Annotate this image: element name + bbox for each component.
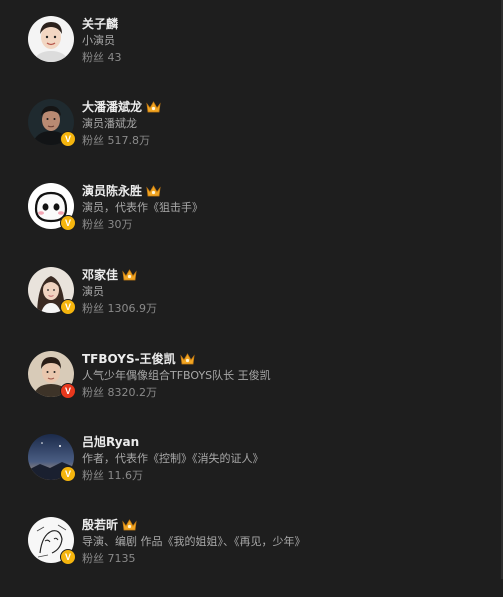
list-item-user[interactable]: V 邓家佳 演员 粉丝 1306.9万 — [0, 267, 500, 347]
avatar[interactable] — [28, 16, 74, 62]
crown-icon — [122, 518, 137, 532]
user-description: 演员潘斌龙 — [82, 117, 137, 130]
user-name[interactable]: 邓家佳 — [82, 267, 118, 283]
crown-icon — [180, 352, 195, 366]
fans-count: 粉丝 11.6万 — [82, 469, 143, 482]
list-item-user[interactable]: V TFBOYS-王俊凯 人气少年偶像组合TFBOYS队长 王俊凯 粉丝 832… — [0, 351, 500, 431]
avatar[interactable]: V — [28, 267, 76, 315]
user-info: 演员陈永胜 演员，代表作《狙击手》 粉丝 30万 — [82, 183, 203, 233]
verified-badge-icon: V — [60, 215, 76, 231]
crown-icon — [146, 184, 161, 198]
list-item-user[interactable]: V 殷若昕 导演、编剧 作品《我的姐姐》、《再见，少年》 粉丝 7135 — [0, 517, 500, 597]
avatar[interactable]: V — [28, 517, 76, 565]
fans-count: 粉丝 7135 — [82, 552, 136, 565]
user-description: 小演员 — [82, 34, 115, 47]
user-info: TFBOYS-王俊凯 人气少年偶像组合TFBOYS队长 王俊凯 粉丝 8320.… — [82, 351, 271, 401]
fans-count: 粉丝 43 — [82, 51, 122, 64]
verified-badge-icon: V — [60, 549, 76, 565]
avatar[interactable]: V — [28, 351, 76, 399]
list-item-user[interactable]: V 演员陈永胜 演员，代表作《狙击手》 粉丝 30万 — [0, 183, 500, 263]
user-description: 人气少年偶像组合TFBOYS队长 王俊凯 — [82, 369, 271, 382]
list-item-user[interactable]: 关子麟 小演员 粉丝 43 — [0, 16, 500, 96]
avatar[interactable]: V — [28, 434, 76, 482]
crown-icon — [122, 268, 137, 282]
user-name[interactable]: 关子麟 — [82, 16, 118, 32]
user-name[interactable]: 大潘潘斌龙 — [82, 99, 142, 115]
user-description: 演员 — [82, 285, 104, 298]
child-portrait-icon — [28, 16, 74, 62]
user-name[interactable]: TFBOYS-王俊凯 — [82, 351, 176, 367]
list-item-user[interactable]: V 大潘潘斌龙 演员潘斌龙 粉丝 517.8万 — [0, 99, 500, 179]
verified-badge-icon: V — [60, 466, 76, 482]
fans-count: 粉丝 517.8万 — [82, 134, 150, 147]
avatar[interactable]: V — [28, 183, 76, 231]
verified-badge-icon: V — [60, 299, 76, 315]
user-info: 关子麟 小演员 粉丝 43 — [82, 16, 122, 66]
fans-count: 粉丝 30万 — [82, 218, 133, 231]
user-name[interactable]: 演员陈永胜 — [82, 183, 142, 199]
fans-count: 粉丝 1306.9万 — [82, 302, 157, 315]
user-info: 邓家佳 演员 粉丝 1306.9万 — [82, 267, 157, 317]
user-info: 吕旭Ryan 作者，代表作《控制》《消失的证人》 粉丝 11.6万 — [82, 434, 264, 484]
list-item-user[interactable]: V 吕旭Ryan 作者，代表作《控制》《消失的证人》 粉丝 11.6万 — [0, 434, 500, 514]
user-description: 作者，代表作《控制》《消失的证人》 — [82, 452, 264, 465]
fans-count: 粉丝 8320.2万 — [82, 386, 157, 399]
verified-badge-icon: V — [60, 383, 76, 399]
user-list: 关子麟 小演员 粉丝 43 V 大潘潘斌龙 演员潘斌龙 粉丝 517.8万 V … — [0, 0, 500, 579]
user-name[interactable]: 殷若昕 — [82, 517, 118, 533]
user-info: 大潘潘斌龙 演员潘斌龙 粉丝 517.8万 — [82, 99, 161, 149]
user-info: 殷若昕 导演、编剧 作品《我的姐姐》、《再见，少年》 粉丝 7135 — [82, 517, 306, 567]
verified-badge-icon: V — [60, 131, 76, 147]
user-description: 演员，代表作《狙击手》 — [82, 201, 203, 214]
crown-icon — [146, 100, 161, 114]
user-name[interactable]: 吕旭Ryan — [82, 434, 139, 450]
user-description: 导演、编剧 作品《我的姐姐》、《再见，少年》 — [82, 535, 306, 548]
avatar[interactable]: V — [28, 99, 76, 147]
